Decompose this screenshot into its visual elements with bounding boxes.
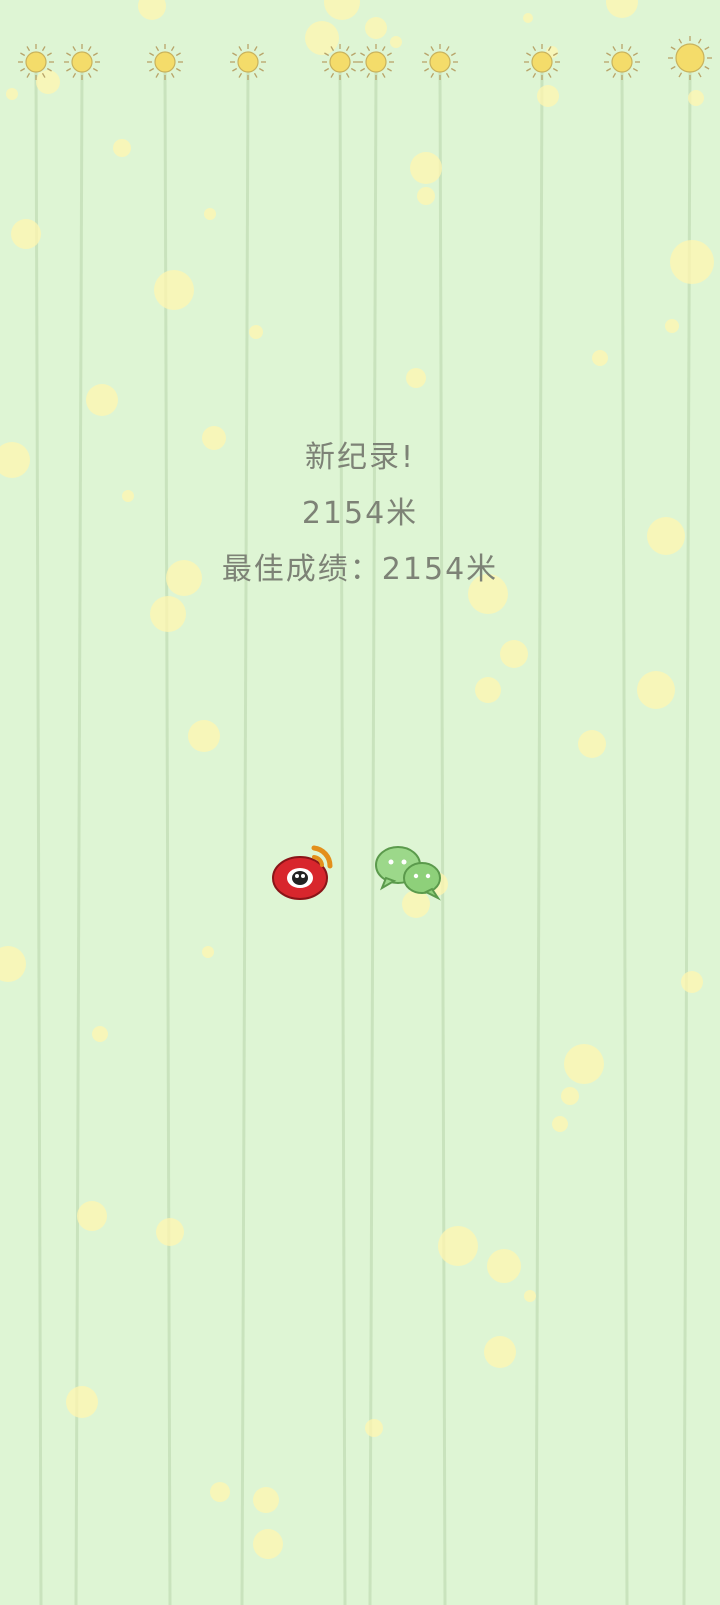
bokeh-light: [688, 90, 704, 106]
bokeh-light: [561, 1087, 579, 1105]
bokeh-light: [249, 325, 263, 339]
bokeh-light: [578, 730, 606, 758]
string-line: [682, 69, 692, 1605]
bokeh-light: [484, 1336, 516, 1368]
bokeh-light: [154, 270, 194, 310]
bokeh-light: [324, 0, 360, 20]
bokeh-light: [637, 671, 675, 709]
bokeh-light: [500, 640, 528, 668]
string-line: [240, 69, 250, 1605]
bokeh-light: [210, 1482, 230, 1502]
bokeh-light: [305, 21, 339, 55]
bokeh-light: [410, 152, 442, 184]
bokeh-light: [36, 70, 60, 94]
bokeh-light: [138, 0, 166, 20]
bokeh-light: [150, 596, 186, 632]
share-weibo-button[interactable]: [270, 838, 350, 908]
bokeh-light: [188, 720, 220, 752]
bokeh-light: [592, 350, 608, 366]
bokeh-light: [552, 1116, 568, 1132]
result-panel: 新纪录! 2154米 最佳成绩：2154米: [0, 430, 720, 598]
bokeh-light: [417, 187, 435, 205]
share-wechat-button[interactable]: [374, 838, 454, 908]
bokeh-light: [365, 17, 387, 39]
bokeh-light: [564, 1044, 604, 1084]
distance-result: 2154米: [301, 496, 419, 531]
weibo-icon: [272, 845, 333, 900]
bokeh-light: [77, 1201, 107, 1231]
bokeh-light: [253, 1529, 283, 1559]
bokeh-light: [523, 13, 533, 23]
game-background: [0, 0, 714, 1605]
bokeh-light: [475, 677, 501, 703]
bokeh-light: [438, 1226, 478, 1266]
bokeh-light: [156, 1218, 184, 1246]
bokeh-light: [390, 36, 402, 48]
bokeh-light: [202, 946, 214, 958]
string-line: [534, 69, 544, 1605]
string-line: [74, 69, 84, 1605]
bokeh-light: [204, 208, 216, 220]
bokeh-light: [11, 219, 41, 249]
bokeh-light: [487, 1249, 521, 1283]
string-line: [620, 69, 629, 1605]
sun-decorations: [18, 36, 712, 80]
bokeh-light: [113, 139, 131, 157]
wechat-icon: [375, 846, 441, 901]
string-line: [34, 69, 43, 1605]
bokeh-light: [670, 240, 714, 284]
bokeh-lights: [0, 0, 714, 1559]
bokeh-light: [0, 946, 26, 982]
new-record-title: 新纪录!: [304, 440, 416, 475]
share-buttons: [270, 838, 460, 908]
bokeh-light: [537, 85, 559, 107]
bokeh-light: [665, 319, 679, 333]
bokeh-light: [92, 1026, 108, 1042]
bokeh-light: [524, 1290, 536, 1302]
bokeh-light: [681, 971, 703, 993]
bokeh-light: [606, 0, 638, 18]
bokeh-light: [365, 1419, 383, 1437]
bokeh-light: [86, 384, 118, 416]
bokeh-light: [6, 88, 18, 100]
bokeh-light: [66, 1386, 98, 1418]
bokeh-light: [406, 368, 426, 388]
best-score: 最佳成绩：2154米: [221, 552, 499, 587]
bokeh-light: [253, 1487, 279, 1513]
